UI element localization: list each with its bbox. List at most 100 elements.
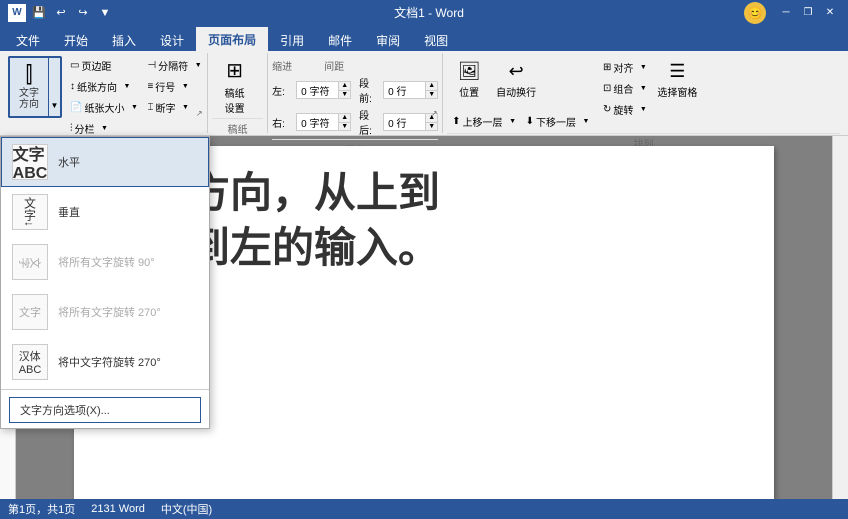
paper-orientation-label: 纸张方向 (77, 79, 117, 94)
bring-forward-label: 上移一层 (463, 114, 503, 129)
manuscript-group: ⊞ 稿纸设置 稿纸 (208, 53, 268, 133)
restore-button[interactable]: ❐ (798, 3, 818, 23)
customize-quick-btn[interactable]: ▼ (96, 4, 114, 22)
tab-insert[interactable]: 插入 (100, 29, 148, 51)
auto-wrap-button[interactable]: ↩ 自动换行 (494, 58, 538, 110)
paragraph-expand-btn[interactable]: ↗ (428, 107, 440, 119)
spacing-before-input[interactable]: ▲ ▼ (383, 81, 438, 99)
rotate90-icon: 文字 (12, 244, 48, 280)
tab-home[interactable]: 开始 (52, 29, 100, 51)
manuscript-body: ⊞ 稿纸设置 (212, 56, 263, 116)
spacing-before-up[interactable]: ▲ (425, 82, 437, 91)
paper-orientation-button[interactable]: ↕ 纸张方向 ▼ (65, 77, 139, 96)
spacing-after-down[interactable]: ▼ (425, 123, 437, 131)
text-direction-arrow[interactable]: ▼ (48, 56, 62, 118)
word-app-icon: W (8, 4, 26, 22)
paper-orientation-main[interactable]: ↕ 纸张方向 (65, 77, 122, 96)
tab-view[interactable]: 视图 (412, 29, 460, 51)
page-margin-button[interactable]: ▭ 页边距 (65, 56, 139, 75)
indent-left-label: 左: (272, 83, 292, 98)
manuscript-icon: ⊞ (226, 58, 243, 83)
selection-pane-button[interactable]: ☰ 选择窗格 (655, 58, 699, 110)
page-info: 第1页，共1页 (8, 501, 75, 517)
indent-left-up[interactable]: ▲ (338, 82, 350, 91)
help-icon[interactable]: 😊 (744, 2, 766, 24)
tab-file[interactable]: 文件 (4, 29, 52, 51)
tab-review[interactable]: 审阅 (364, 29, 412, 51)
send-backward-button[interactable]: ⬇ 下移一层 ▼ (521, 112, 591, 131)
undo-quick-btn[interactable]: ↩ (52, 4, 70, 22)
indent-section: 缩进 间距 (272, 58, 438, 73)
line-number-arrow[interactable]: ▼ (180, 77, 190, 96)
save-quick-btn[interactable]: 💾 (30, 4, 48, 22)
page-setup-body: ⫿ 文字方向 ▼ ▭ 页边距 ↕ 纸张方向 ▼ (8, 56, 203, 138)
dropdown-horizontal[interactable]: 文字ABC 水平 (1, 137, 209, 187)
separator-main[interactable]: ⊣ 分隔符 (142, 56, 193, 75)
separator-icon: ⊣ (147, 60, 156, 71)
auto-wrap-icon: ↩ (509, 61, 524, 82)
paper-size-button[interactable]: 📄 纸张大小 ▼ (65, 98, 139, 117)
text-direction-button[interactable]: ⫿ 文字方向 ▼ (8, 56, 62, 118)
tab-references[interactable]: 引用 (268, 29, 316, 51)
text-direction-main[interactable]: ⫿ 文字方向 (8, 56, 48, 118)
group-button[interactable]: ⊡ 组合 ▼ (598, 79, 648, 98)
paragraph-body: 缩进 间距 左: ▲ ▼ 段前: (272, 56, 438, 137)
spacing-after-value[interactable] (386, 117, 428, 128)
tab-design[interactable]: 设计 (148, 29, 196, 51)
align-button[interactable]: ⊞ 对齐 ▼ (598, 58, 648, 77)
indent-right-down[interactable]: ▼ (338, 123, 350, 131)
page-setup-expand-btn[interactable]: ↗ (193, 107, 205, 119)
dropdown-text-direction-options[interactable]: 文字方向选项(X)... (9, 397, 201, 423)
group-label: 组合 (613, 81, 633, 96)
separator-arrow[interactable]: ▼ (193, 56, 203, 75)
text-direction-dropdown: 文字ABC 水平 文字↓ 垂直 文字 将所有文字旋转 90° 文字 将所有文字旋… (0, 136, 210, 429)
line-number-main[interactable]: ≡ 行号 (142, 77, 180, 96)
columns-icon: ⫶ (70, 123, 73, 134)
tab-page-layout[interactable]: 页面布局 (196, 27, 268, 51)
redo-quick-btn[interactable]: ↪ (74, 4, 92, 22)
title-bar-right: 😊 ─ ❐ ✕ (744, 2, 840, 24)
hyphenation-main[interactable]: ⌶ 断字 (142, 98, 180, 117)
spacing-before-down[interactable]: ▼ (425, 91, 437, 99)
ribbon-tabs: 文件 开始 插入 设计 页面布局 引用 邮件 审阅 视图 (0, 25, 848, 51)
indent-right-input[interactable]: ▲ ▼ (296, 113, 351, 131)
rotate-button[interactable]: ↻ 旋转 ▼ (598, 100, 648, 119)
hyphenation-icon: ⌶ (147, 102, 153, 113)
dropdown-chinese270[interactable]: 汉体ABC 将中文字符旋转 270° (1, 337, 209, 387)
hyphenation-arrow[interactable]: ▼ (180, 98, 190, 117)
align-icon: ⊞ (603, 62, 611, 73)
spacing-before-label: 段前: (359, 75, 379, 105)
chinese270-label: 将中文字符旋转 270° (58, 354, 161, 370)
right-scrollbar[interactable] (832, 136, 848, 499)
line-number-button[interactable]: ≡ 行号 ▼ (142, 77, 203, 96)
group-icon: ⊡ (603, 83, 611, 94)
spacing-label: 间距 (324, 58, 354, 73)
dropdown-rotate270: 文字 将所有文字旋转 270° (1, 287, 209, 337)
indent-left-input[interactable]: ▲ ▼ (296, 81, 351, 99)
indent-right-up[interactable]: ▲ (338, 114, 350, 123)
horizontal-label: 水平 (58, 154, 80, 170)
close-button[interactable]: ✕ (820, 3, 840, 23)
paper-size-arrow[interactable]: ▼ (129, 98, 139, 117)
dropdown-divider (1, 389, 209, 390)
dropdown-vertical[interactable]: 文字↓ 垂直 (1, 187, 209, 237)
indent-right-row: 右: ▲ ▼ 段后: ▲ ▼ (272, 107, 438, 137)
paragraph-group: 缩进 间距 左: ▲ ▼ 段前: (268, 53, 443, 133)
indent-right-label: 右: (272, 115, 292, 130)
position-button[interactable]: 🖼 位置 (447, 58, 491, 110)
indent-left-down[interactable]: ▼ (338, 91, 350, 99)
text-direction-options-label: 文字方向选项(X)... (20, 402, 110, 418)
paper-size-main[interactable]: 📄 纸张大小 (65, 98, 129, 117)
page-setup-group: ⫿ 文字方向 ▼ ▭ 页边距 ↕ 纸张方向 ▼ (4, 53, 208, 133)
title-bar-left: W 💾 ↩ ↪ ▼ (8, 4, 114, 22)
dropdown-rotate90: 文字 将所有文字旋转 90° (1, 237, 209, 287)
separator-button[interactable]: ⊣ 分隔符 ▼ (142, 56, 203, 75)
manuscript-button[interactable]: ⊞ 稿纸设置 (212, 56, 257, 116)
indent-right-value[interactable] (299, 117, 341, 128)
paper-orientation-arrow[interactable]: ▼ (122, 77, 132, 96)
tab-mailings[interactable]: 邮件 (316, 29, 364, 51)
spacing-before-value[interactable] (386, 85, 428, 96)
minimize-button[interactable]: ─ (776, 3, 796, 23)
bring-forward-button[interactable]: ⬆ 上移一层 ▼ (447, 112, 517, 131)
indent-left-value[interactable] (299, 85, 341, 96)
